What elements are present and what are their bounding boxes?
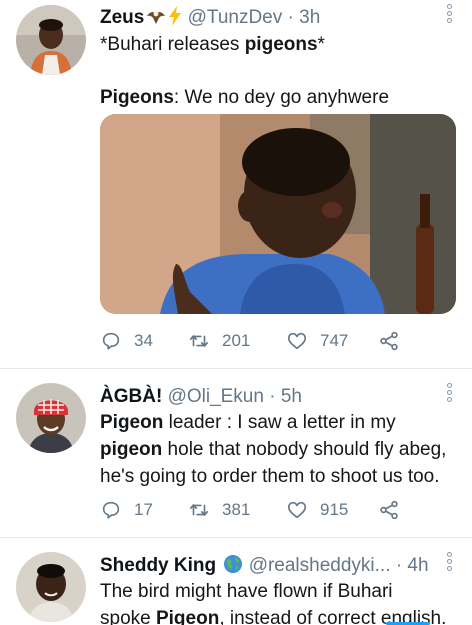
- lightning-emoji: [168, 6, 182, 32]
- tweet-header: Zeus @TunzDev · 3h: [100, 4, 436, 32]
- retweet-count: 201: [222, 331, 251, 350]
- timestamp[interactable]: 5h: [281, 386, 302, 407]
- share-icon: [380, 500, 398, 520]
- text-line-3: he's going to order them to shoot us too…: [100, 463, 460, 490]
- text-segment: he's going to order them to shoot us too…: [100, 466, 440, 487]
- tweet-header: ÀGBÀ! @Oli_Ekun · 5h: [100, 383, 436, 411]
- more-options-icon[interactable]: [444, 4, 454, 26]
- retweet-button[interactable]: 201: [188, 328, 250, 354]
- retweet-button[interactable]: 381: [188, 497, 250, 523]
- separator-dot: ·: [269, 386, 276, 407]
- retweet-count: 381: [222, 500, 251, 519]
- highlighted-keyword: pigeons: [244, 34, 318, 55]
- user-handle: @realsheddyki...: [248, 555, 391, 576]
- tweet-photo[interactable]: [100, 114, 456, 314]
- heart-icon: [287, 332, 307, 350]
- text-segment: *Buhari releases: [100, 34, 245, 55]
- tweet-header: Sheddy King @realsheddyki... · 4h: [100, 552, 436, 580]
- user-handle: @TunzDev: [187, 7, 283, 28]
- reply-button[interactable]: 34: [100, 328, 153, 354]
- text-line-1: *Buhari releases pigeons*: [100, 31, 460, 58]
- text-segment: *: [317, 34, 325, 55]
- avatar[interactable]: [16, 552, 86, 622]
- text-line-2: Pigeons: We no dey go anyhwere: [100, 84, 460, 111]
- share-icon: [380, 331, 398, 351]
- text-segment: : We no dey go anyhwere: [173, 87, 390, 108]
- tweet-actions: 34 201 747: [100, 328, 420, 354]
- text-line-2: pigeon hole that nobody should fly abeg,: [100, 436, 460, 463]
- tweet-3[interactable]: Sheddy King @realsheddyki... · 4h The bi…: [0, 538, 472, 625]
- eagle-emoji: [146, 7, 166, 32]
- separator-dot: ·: [287, 7, 294, 28]
- highlighted-keyword: Pigeon: [155, 608, 220, 625]
- retweet-icon: [189, 504, 209, 516]
- avatar[interactable]: [16, 383, 86, 453]
- more-options-icon[interactable]: [444, 552, 454, 574]
- share-button[interactable]: [378, 328, 400, 354]
- like-button[interactable]: 915: [286, 497, 348, 523]
- tweet-1[interactable]: Zeus @TunzDev · 3h *Buhari releases pige…: [0, 0, 472, 368]
- reply-button[interactable]: 17: [100, 497, 153, 523]
- text-line-1: The bird might have flown if Buhari: [100, 578, 460, 605]
- highlighted-keyword: pigeon: [100, 439, 163, 460]
- user-handle: @Oli_Ekun: [167, 386, 264, 407]
- tweet-text: Pigeon leader : I saw a letter in my pig…: [100, 409, 460, 490]
- text-segment: The bird might have flown if Buhari: [100, 581, 393, 602]
- reply-icon: [102, 332, 120, 350]
- timestamp[interactable]: 4h: [407, 555, 428, 576]
- separator-dot: ·: [395, 555, 403, 576]
- user-name[interactable]: Sheddy King: [100, 555, 216, 576]
- globe-emoji: [223, 554, 243, 580]
- retweet-icon: [189, 335, 209, 347]
- tweet-text: *Buhari releases pigeons* Pigeons: We no…: [100, 31, 460, 111]
- tweet-actions: 17 381 915: [100, 497, 420, 523]
- timestamp[interactable]: 3h: [299, 7, 320, 28]
- like-count: 747: [320, 331, 349, 350]
- text-line-1: Pigeon leader : I saw a letter in my: [100, 409, 460, 436]
- avatar[interactable]: [16, 5, 86, 75]
- reply-icon: [102, 501, 120, 519]
- more-options-icon[interactable]: [444, 383, 454, 405]
- reply-count: 17: [134, 500, 153, 519]
- highlighted-keyword: Pigeon: [100, 412, 164, 433]
- tweet-2[interactable]: ÀGBÀ! @Oli_Ekun · 5h Pigeon leader : I s…: [0, 369, 472, 537]
- text-segment: spoke: [100, 608, 156, 625]
- tweet-text: The bird might have flown if Buhari spok…: [100, 578, 460, 625]
- highlighted-keyword: Pigeons: [100, 87, 174, 108]
- reply-count: 34: [134, 331, 153, 350]
- like-button[interactable]: 747: [286, 328, 348, 354]
- text-segment: leader : I saw a letter in my: [163, 412, 396, 433]
- heart-icon: [287, 501, 307, 519]
- text-segment: hole that nobody should fly abeg,: [162, 439, 447, 460]
- user-name[interactable]: ÀGBÀ!: [100, 386, 162, 407]
- like-count: 915: [320, 500, 349, 519]
- share-button[interactable]: [378, 497, 400, 523]
- user-name[interactable]: Zeus: [100, 7, 144, 28]
